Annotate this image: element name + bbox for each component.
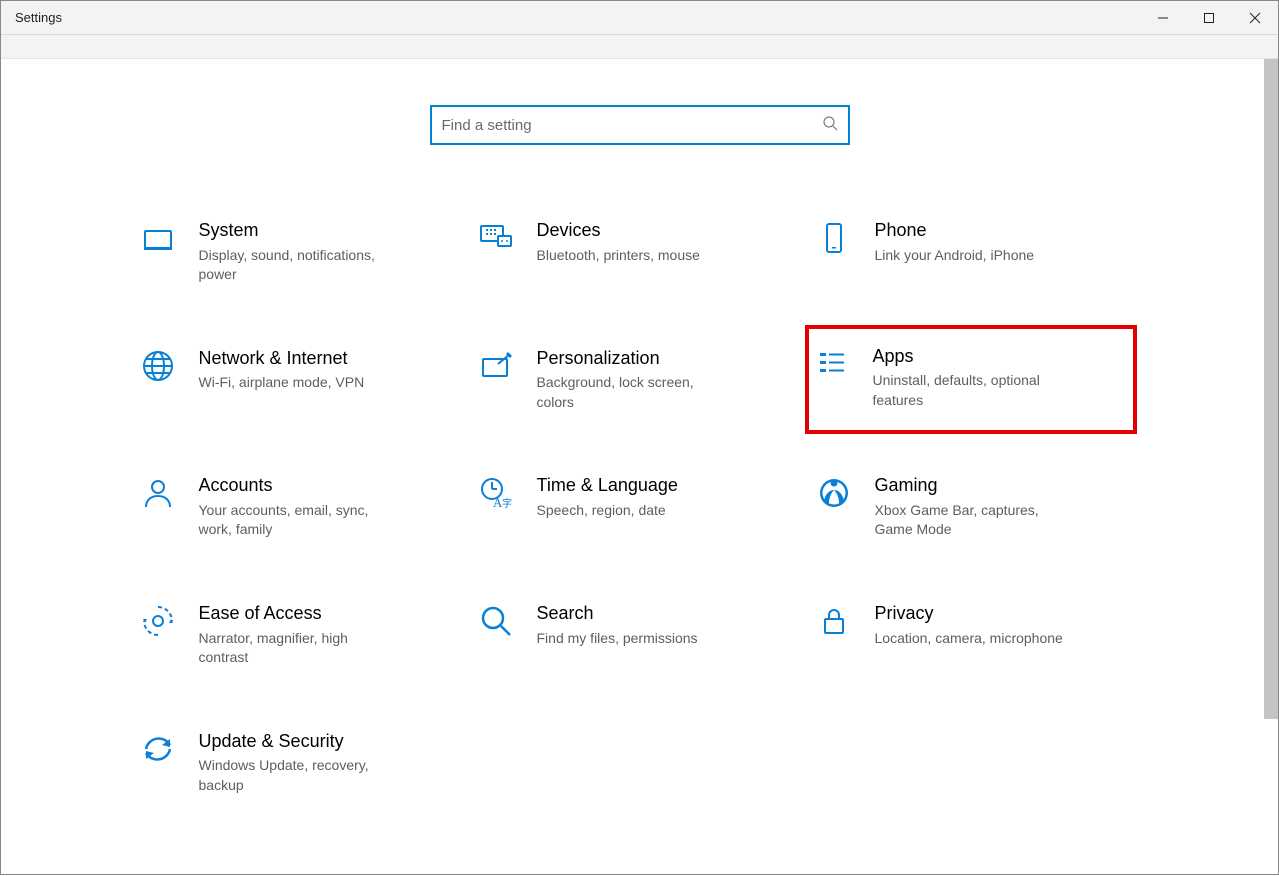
scrollbar-thumb[interactable] [1264,59,1278,719]
window-title: Settings [15,10,1140,25]
maximize-icon [1203,12,1215,24]
update-icon [139,730,177,768]
tile-desc: Windows Update, recovery, backup [199,756,389,795]
tile-desc: Narrator, magnifier, high contrast [199,629,389,668]
tile-gaming[interactable]: Gaming Xbox Game Bar, captures, Game Mode [811,470,1131,544]
tile-title: Devices [537,219,700,242]
titlebar: Settings [1,1,1278,35]
apps-icon [813,345,851,383]
tile-title: Network & Internet [199,347,365,370]
close-icon [1249,12,1261,24]
accounts-icon [139,474,177,512]
tile-accounts[interactable]: Accounts Your accounts, email, sync, work… [135,470,455,544]
ribbon-spacer [1,35,1278,59]
tile-desc: Speech, region, date [537,501,678,521]
devices-icon [477,219,515,257]
tile-text: Update & Security Windows Update, recover… [199,730,389,796]
tile-desc: Find my files, permissions [537,629,698,649]
window-controls [1140,1,1278,34]
tile-title: Ease of Access [199,602,389,625]
content: System Display, sound, notifications, pow… [1,59,1278,876]
time-language-icon [477,474,515,512]
tile-desc: Location, camera, microphone [875,629,1063,649]
tile-title: Search [537,602,698,625]
tile-title: Phone [875,219,1035,242]
tile-text: Apps Uninstall, defaults, optional featur… [873,345,1063,411]
tile-text: System Display, sound, notifications, pow… [199,219,389,285]
search-bar[interactable] [430,105,850,145]
maximize-button[interactable] [1186,1,1232,34]
search-input[interactable] [442,107,822,143]
tile-update[interactable]: Update & Security Windows Update, recover… [135,726,455,800]
phone-icon [815,219,853,257]
tile-title: Apps [873,345,1063,368]
tile-text: Devices Bluetooth, printers, mouse [537,219,700,265]
tile-phone[interactable]: Phone Link your Android, iPhone [811,215,1131,289]
tile-desc: Your accounts, email, sync, work, family [199,501,389,540]
tile-personalization[interactable]: Personalization Background, lock screen, … [473,343,793,417]
tile-system[interactable]: System Display, sound, notifications, pow… [135,215,455,289]
tile-desc: Xbox Game Bar, captures, Game Mode [875,501,1065,540]
tile-privacy[interactable]: Privacy Location, camera, microphone [811,598,1131,672]
tile-title: Gaming [875,474,1065,497]
network-icon [139,347,177,385]
search-category-icon [477,602,515,640]
tile-ease-access[interactable]: Ease of Access Narrator, magnifier, high … [135,598,455,672]
close-button[interactable] [1232,1,1278,34]
privacy-icon [815,602,853,640]
tile-text: Personalization Background, lock screen, … [537,347,727,413]
system-icon [139,219,177,257]
tile-text: Phone Link your Android, iPhone [875,219,1035,265]
tile-title: Time & Language [537,474,678,497]
tile-text: Accounts Your accounts, email, sync, work… [199,474,389,540]
tile-title: Privacy [875,602,1063,625]
tile-text: Search Find my files, permissions [537,602,698,648]
tile-desc: Wi-Fi, airplane mode, VPN [199,373,365,393]
tile-title: System [199,219,389,242]
tile-desc: Background, lock screen, colors [537,373,727,412]
tile-text: Time & Language Speech, region, date [537,474,678,520]
minimize-button[interactable] [1140,1,1186,34]
minimize-icon [1157,12,1169,24]
settings-grid: System Display, sound, notifications, pow… [135,215,1145,799]
tile-desc: Bluetooth, printers, mouse [537,246,700,266]
tile-time-language[interactable]: Time & Language Speech, region, date [473,470,793,544]
scrollbar[interactable] [1264,59,1278,876]
personalization-icon [477,347,515,385]
tile-desc: Display, sound, notifications, power [199,246,389,285]
tile-title: Update & Security [199,730,389,753]
tile-text: Privacy Location, camera, microphone [875,602,1063,648]
gaming-icon [815,474,853,512]
tile-title: Accounts [199,474,389,497]
tile-desc: Uninstall, defaults, optional features [873,371,1063,410]
tile-network[interactable]: Network & Internet Wi-Fi, airplane mode, … [135,343,455,417]
tile-devices[interactable]: Devices Bluetooth, printers, mouse [473,215,793,289]
tile-text: Ease of Access Narrator, magnifier, high … [199,602,389,668]
search-icon [822,115,838,135]
tile-text: Gaming Xbox Game Bar, captures, Game Mode [875,474,1065,540]
tile-search[interactable]: Search Find my files, permissions [473,598,793,672]
ease-of-access-icon [139,602,177,640]
tile-title: Personalization [537,347,727,370]
tile-apps[interactable]: Apps Uninstall, defaults, optional featur… [805,325,1137,435]
tile-desc: Link your Android, iPhone [875,246,1035,266]
tile-text: Network & Internet Wi-Fi, airplane mode, … [199,347,365,393]
